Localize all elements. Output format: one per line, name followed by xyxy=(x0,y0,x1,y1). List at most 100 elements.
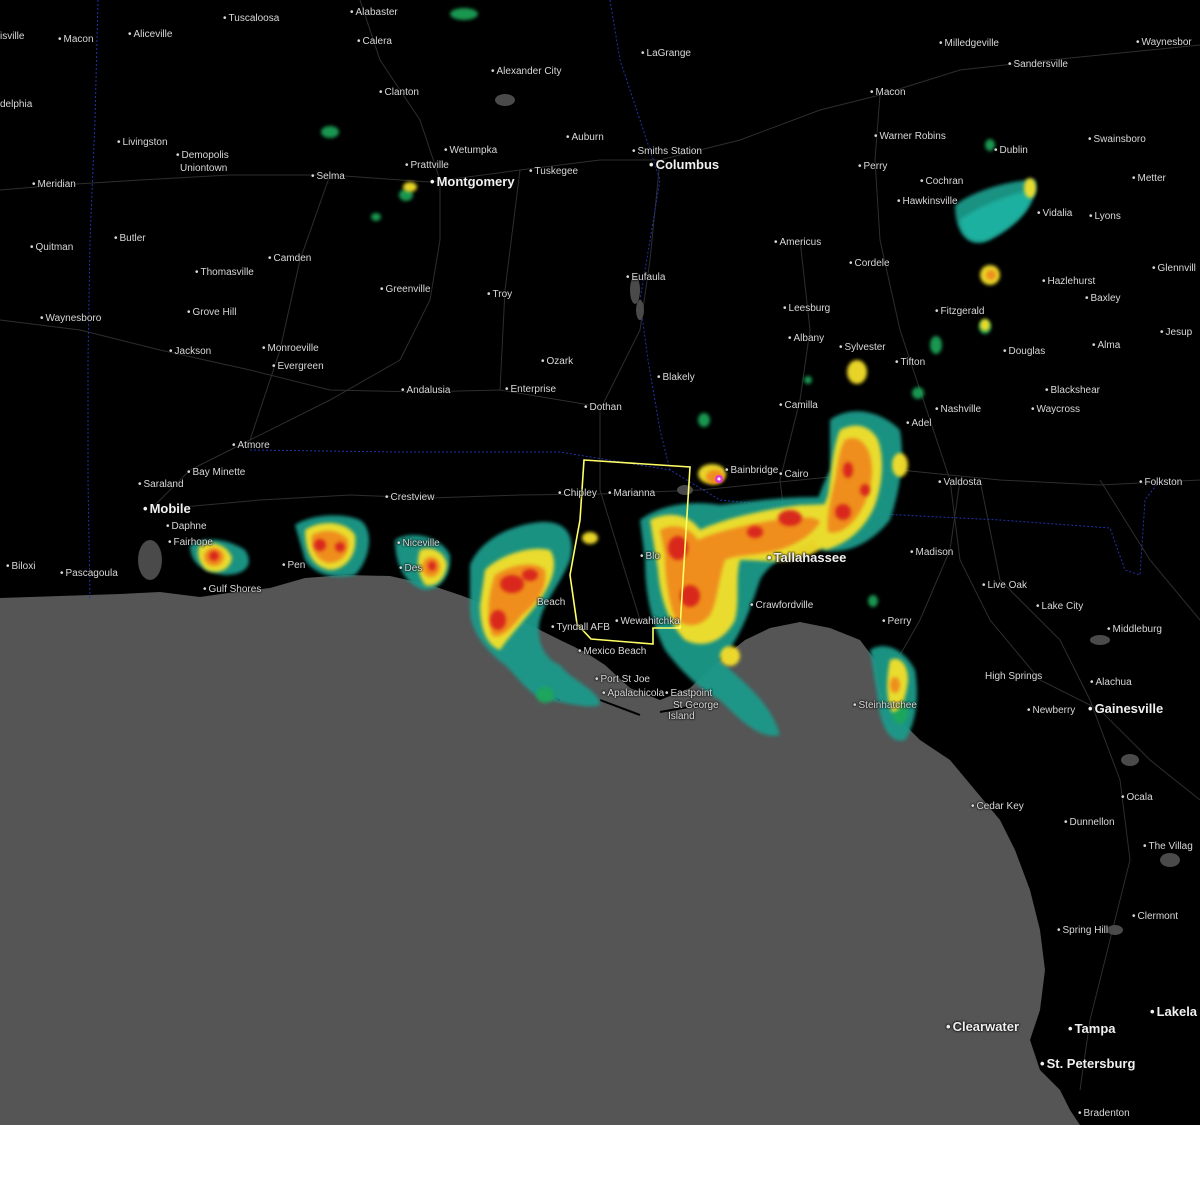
city-label[interactable]: St. Petersburg xyxy=(1040,1057,1136,1070)
city-label[interactable]: Valdosta xyxy=(938,477,982,489)
city-label[interactable]: Enterprise xyxy=(505,384,557,396)
city-label[interactable]: Lake City xyxy=(1036,601,1084,613)
radar-map-view[interactable]: { "map": { "colors": { "land": "#000000"… xyxy=(0,0,1200,1200)
city-label[interactable]: Chipley xyxy=(558,488,597,500)
city-label[interactable]: Waynesbor xyxy=(1136,37,1192,49)
city-label[interactable]: Hawkinsville xyxy=(897,196,958,208)
city-label[interactable]: Tuscaloosa xyxy=(223,13,280,25)
city-label[interactable]: Metter xyxy=(1132,173,1166,185)
city-label[interactable]: Port St Joe xyxy=(595,674,650,686)
city-label[interactable]: Newberry xyxy=(1027,705,1076,717)
city-label[interactable]: Thomasville xyxy=(195,267,254,279)
city-label[interactable]: Atmore xyxy=(232,440,270,452)
city-label[interactable]: Pen xyxy=(282,560,306,572)
city-label[interactable]: Folkston xyxy=(1139,477,1183,489)
city-label[interactable]: Evergreen xyxy=(272,361,324,373)
city-label[interactable]: Selma xyxy=(311,171,345,183)
city-label[interactable]: Bay Minette xyxy=(187,467,246,479)
city-label[interactable]: Livingston xyxy=(117,137,168,149)
city-label[interactable]: Perry xyxy=(858,161,888,173)
city-label[interactable]: Jesup xyxy=(1160,327,1193,339)
city-label[interactable]: Alachua xyxy=(1090,677,1132,689)
city-label[interactable]: Macon xyxy=(58,34,94,46)
city-label[interactable]: Fitzgerald xyxy=(935,306,985,318)
city-label[interactable]: Greenville xyxy=(380,284,431,296)
city-label[interactable]: isville xyxy=(0,31,24,43)
city-label[interactable]: Alabaster xyxy=(350,7,398,19)
city-label[interactable]: Blakely xyxy=(657,372,695,384)
city-label[interactable]: Island xyxy=(668,711,695,723)
city-label[interactable]: Lyons xyxy=(1089,211,1121,223)
city-label[interactable]: Spring Hill xyxy=(1057,925,1109,937)
city-label[interactable]: delphia xyxy=(0,99,32,111)
city-label[interactable]: Calera xyxy=(357,36,392,48)
city-label[interactable]: Vidalia xyxy=(1037,208,1073,220)
city-label[interactable]: Milledgeville xyxy=(939,38,999,50)
city-label[interactable]: Grove Hill xyxy=(187,307,237,319)
city-label[interactable]: Camilla xyxy=(779,400,818,412)
city-label[interactable]: Tallahassee xyxy=(767,551,847,564)
city-label[interactable]: Monroeville xyxy=(262,343,319,355)
city-label[interactable]: Madison xyxy=(910,547,954,559)
city-label[interactable]: Clearwater xyxy=(946,1020,1019,1033)
city-label[interactable]: Alexander City xyxy=(491,66,562,78)
city-label[interactable]: Blackshear xyxy=(1045,385,1100,397)
city-label[interactable]: Butler xyxy=(114,233,146,245)
city-label[interactable]: Wetumpka xyxy=(444,145,498,157)
city-label[interactable]: Swainsboro xyxy=(1088,134,1146,146)
city-label[interactable]: Crawfordville xyxy=(750,600,814,612)
city-label[interactable]: Cedar Key xyxy=(971,801,1024,813)
city-label[interactable]: Fairhope xyxy=(168,537,213,549)
city-label[interactable]: Dothan xyxy=(584,402,622,414)
city-label[interactable]: Americus xyxy=(774,237,822,249)
city-label[interactable]: Quitman xyxy=(30,242,74,254)
city-label[interactable]: Cordele xyxy=(849,258,890,270)
city-label[interactable]: Mexico Beach xyxy=(578,646,647,658)
city-label[interactable]: Wewahitchka xyxy=(615,616,680,628)
city-label[interactable]: Pascagoula xyxy=(60,568,118,580)
city-label[interactable]: Prattville xyxy=(405,160,449,172)
city-label[interactable]: Saraland xyxy=(138,479,184,491)
city-label[interactable]: Hazlehurst xyxy=(1042,276,1096,288)
city-label[interactable]: Des xyxy=(399,563,423,575)
city-label[interactable]: Mobile xyxy=(143,502,191,515)
city-label[interactable]: Ocala xyxy=(1121,792,1153,804)
city-label[interactable]: Baxley xyxy=(1085,293,1121,305)
city-label[interactable]: Niceville xyxy=(397,538,440,550)
city-label[interactable]: Demopolis xyxy=(176,150,229,162)
city-label[interactable]: High Springs xyxy=(985,671,1042,683)
city-label[interactable]: Uniontown xyxy=(180,163,227,175)
city-label[interactable]: Biloxi xyxy=(6,561,36,573)
city-label[interactable]: Tyndall AFB xyxy=(551,622,610,634)
city-label[interactable]: Columbus xyxy=(649,158,720,171)
city-label[interactable]: Eufaula xyxy=(626,272,666,284)
city-label[interactable]: Troy xyxy=(487,289,513,301)
city-label[interactable]: Montgomery xyxy=(430,175,515,188)
city-label[interactable]: Tuskegee xyxy=(529,166,579,178)
city-label[interactable]: Beach xyxy=(537,597,565,609)
city-label[interactable]: Camden xyxy=(268,253,312,265)
city-label[interactable]: Tifton xyxy=(895,357,926,369)
city-label[interactable]: Jackson xyxy=(169,346,212,358)
city-label[interactable]: Dunnellon xyxy=(1064,817,1115,829)
city-label[interactable]: Auburn xyxy=(566,132,604,144)
city-label[interactable]: Nashville xyxy=(935,404,982,416)
city-label[interactable]: Adel xyxy=(906,418,932,430)
city-label[interactable]: Marianna xyxy=(608,488,656,500)
city-label[interactable]: Clanton xyxy=(379,87,419,99)
city-label[interactable]: Cairo xyxy=(779,469,809,481)
city-label[interactable]: Ozark xyxy=(541,356,574,368)
city-label[interactable]: Sandersville xyxy=(1008,59,1068,71)
city-label[interactable]: Gulf Shores xyxy=(203,584,262,596)
city-label[interactable]: Waycross xyxy=(1031,404,1081,416)
city-label[interactable]: Daphne xyxy=(166,521,207,533)
city-label[interactable]: Live Oak xyxy=(982,580,1027,592)
city-label[interactable]: Dublin xyxy=(994,145,1028,157)
city-label[interactable]: Apalachicola xyxy=(602,688,665,700)
city-label[interactable]: Gainesville xyxy=(1088,702,1164,715)
city-label[interactable]: Blo xyxy=(640,551,660,563)
city-label[interactable]: Bradenton xyxy=(1078,1108,1130,1120)
city-label[interactable]: Glennvill xyxy=(1152,263,1196,275)
city-label[interactable]: Warner Robins xyxy=(874,131,946,143)
city-label[interactable]: Albany xyxy=(788,333,825,345)
